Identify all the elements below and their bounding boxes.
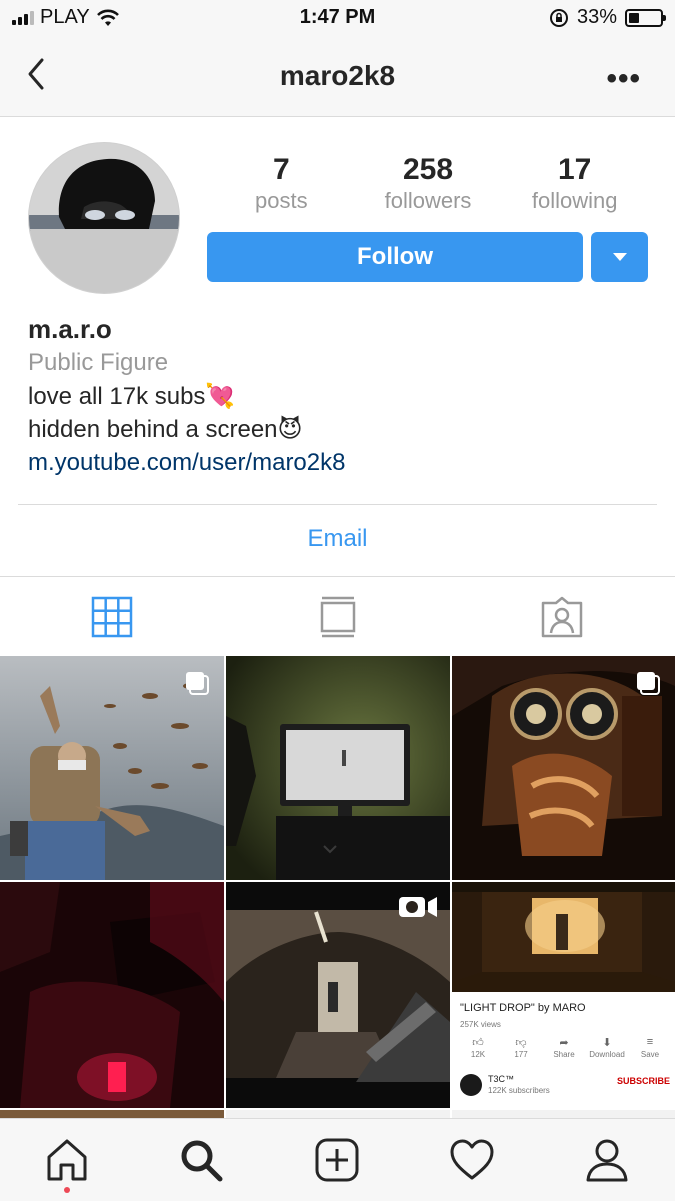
save-action: ≡ Save [632,1036,668,1059]
video-title: "LIGHT DROP" by MARO [460,1002,586,1014]
page-title: maro2k8 [279,60,396,91]
more-options-button[interactable]: ••• [606,62,641,96]
profile-bio: m.a.r.o Public Figure love all 17k subs💘… [28,312,648,479]
email-button[interactable]: Email [0,525,675,553]
post-image [0,882,224,1108]
avatar-image [29,143,179,293]
bottom-tab-bar [0,1118,675,1201]
video-icon [399,897,437,917]
video-actions: 👍︎ 12K 👎︎ 177 ➦ Share ⬇ Download ≡ Save [460,1036,668,1059]
share-icon: ➦ [559,1037,569,1049]
home-icon[interactable] [44,1137,90,1183]
multiple-posts-icon [186,672,209,695]
post-thumbnail[interactable] [452,1110,675,1118]
video-views: 257K views [460,1020,501,1029]
likes-count: 12K [470,1050,486,1059]
avatar[interactable] [28,142,180,294]
post-image [226,656,450,880]
save-icon: ≡ [646,1036,654,1048]
share-action: ➦ Share [546,1036,582,1059]
channel-name: T3C™ [488,1074,515,1084]
search-icon[interactable] [178,1137,224,1183]
status-bar: PLAY 1:47 PM 33% [0,0,675,38]
post-image [452,882,675,992]
share-label: Share [553,1050,575,1059]
multiple-posts-icon [637,672,660,695]
post-thumbnail[interactable] [226,1110,450,1118]
suggestions-dropdown-button[interactable] [591,232,648,282]
profile-stats: 7 posts 258 followers 17 following [208,152,648,214]
nav-bar: maro2k8 ••• [0,38,675,117]
new-post-icon[interactable] [314,1137,360,1183]
dislikes-count: 177 [514,1050,528,1059]
post-thumbnail[interactable] [452,656,675,880]
profile-name: m.a.r.o [28,314,112,344]
post-thumbnail[interactable] [226,656,450,880]
post-thumbnail[interactable] [0,882,224,1108]
channel-avatar [460,1074,482,1096]
orientation-lock-icon [549,8,568,27]
post-thumbnail[interactable] [0,1110,224,1118]
following-stat[interactable]: 17 following [501,152,648,214]
followers-label: followers [384,188,472,213]
thumbs-down-icon: 👎︎ [515,1037,527,1049]
thumbs-up-action: 👍︎ 12K [460,1036,496,1059]
download-action: ⬇ Download [589,1036,625,1059]
following-count: 17 [557,153,592,186]
profile-tabs [0,577,675,655]
thumbs-down-action: 👎︎ 177 [503,1036,539,1059]
follow-button[interactable]: Follow [207,232,583,282]
following-label: following [531,188,618,213]
post-thumbnail[interactable]: "LIGHT DROP" by MARO 257K views 👍︎ 12K 👎︎… [452,882,675,1108]
posts-stat[interactable]: 7 posts [208,152,355,214]
bio-line: love all 17k subs💘 [28,383,236,410]
caret-down-icon [612,253,627,261]
divider [18,504,657,505]
subscribe-label: SUBSCRIBE [616,1076,670,1086]
download-label: Download [589,1050,625,1059]
activity-icon[interactable] [449,1137,495,1183]
bio-line: hidden behind a screen😈 [28,416,303,443]
youtube-card: "LIGHT DROP" by MARO 257K views 👍︎ 12K 👎︎… [452,992,675,1106]
profile-link[interactable]: m.youtube.com/user/maro2k8 [28,446,648,479]
tagged-icon[interactable] [540,595,584,639]
save-label: Save [640,1050,660,1059]
profile-category: Public Figure [28,349,169,376]
thumbs-up-icon: 👍︎ [472,1037,484,1049]
followers-count: 258 [402,153,454,186]
posts-label: posts [255,188,308,213]
feed-icon[interactable] [316,595,360,639]
post-thumbnail[interactable] [0,656,224,880]
profile-icon[interactable] [584,1137,630,1183]
notification-dot [64,1187,70,1193]
post-thumbnail[interactable] [226,882,450,1108]
posts-count: 7 [272,153,290,186]
battery-icon [625,8,666,27]
channel-subscribers: 122K subscribers [488,1086,550,1095]
grid-icon[interactable] [90,595,134,639]
followers-stat[interactable]: 258 followers [355,152,502,214]
battery-percent: 33% [576,6,617,28]
download-icon: ⬇ [602,1037,612,1049]
status-right: 33% [549,6,666,29]
